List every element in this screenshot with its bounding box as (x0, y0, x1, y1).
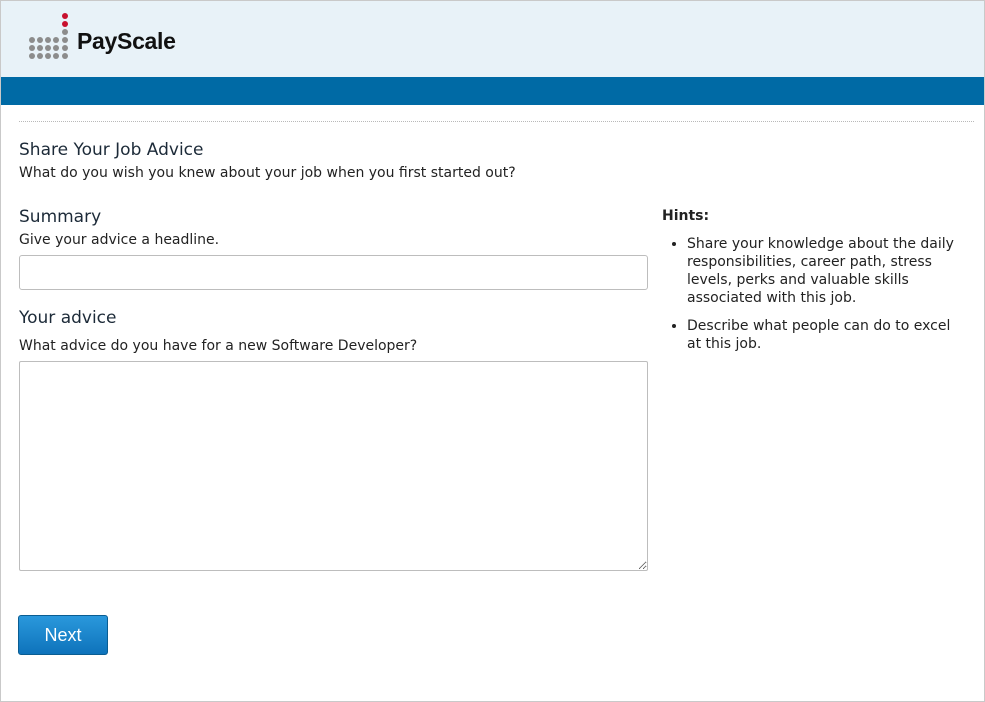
summary-help: Give your advice a headline. (19, 232, 220, 248)
hints-panel: Hints: Share your knowledge about the da… (662, 208, 962, 363)
page-title: Share Your Job Advice (19, 140, 204, 160)
advice-textarea[interactable] (19, 361, 648, 571)
hint-item: Share your knowledge about the daily res… (687, 235, 962, 307)
hints-title: Hints: (662, 208, 710, 224)
next-button[interactable]: Next (18, 615, 108, 655)
hints-list: Share your knowledge about the daily res… (662, 235, 962, 353)
advice-help: What advice do you have for a new Softwa… (19, 338, 418, 354)
logo-dots-icon (29, 13, 71, 63)
advice-label: Your advice (19, 308, 117, 328)
site-header: PayScale (1, 1, 984, 77)
hint-item: Describe what people can do to excel at … (687, 317, 962, 353)
payscale-logo[interactable]: PayScale (29, 11, 176, 63)
dotted-divider (19, 121, 974, 122)
nav-bar (1, 77, 984, 105)
summary-input[interactable] (19, 255, 648, 290)
summary-label: Summary (19, 207, 102, 227)
page-subtitle: What do you wish you knew about your job… (19, 165, 516, 181)
logo-wordmark: PayScale (77, 28, 176, 54)
